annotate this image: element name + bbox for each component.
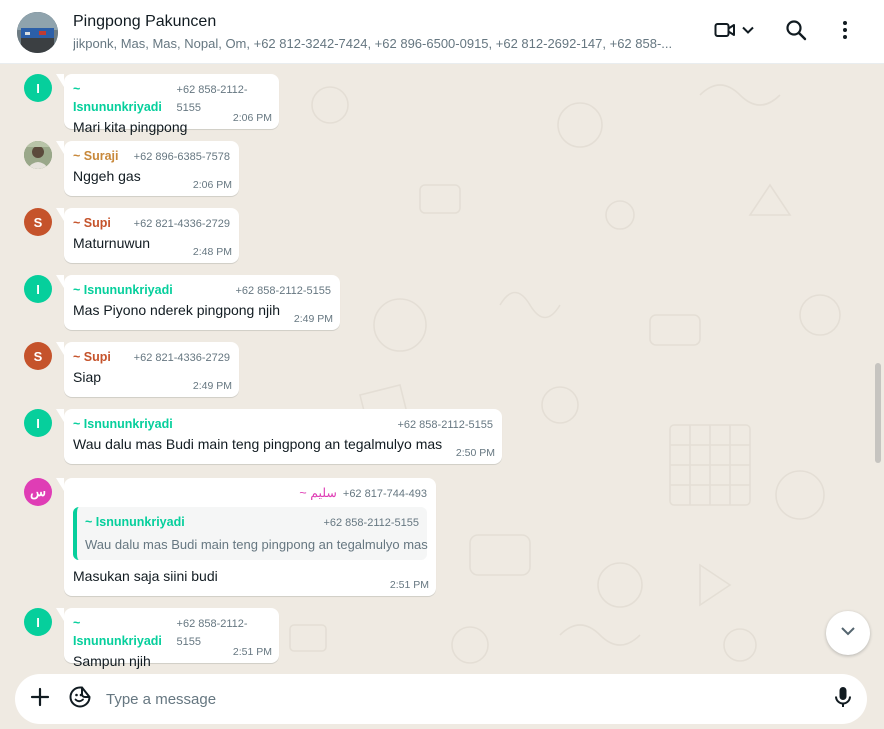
avatar-initial: S xyxy=(33,214,43,230)
more-vertical-icon xyxy=(842,20,848,45)
message-bubble[interactable]: ~ Isnununkriyadi +62 858-2112-5155 Mas Pi… xyxy=(56,275,340,330)
message-time: 2:50 PM xyxy=(455,447,495,459)
quoted-sender: ~ Isnununkriyadi xyxy=(85,515,185,529)
scrollbar[interactable] xyxy=(875,363,881,463)
avatar[interactable]: S xyxy=(24,208,52,236)
quoted-message[interactable]: ~ Isnununkriyadi +62 858-2112-5155 Wau da… xyxy=(73,507,428,560)
message-bubble[interactable]: ~ Isnununkriyadi +62 858-2112-5155 Wau da… xyxy=(56,409,502,464)
chevron-down-icon xyxy=(741,23,755,42)
avatar-initial: I xyxy=(36,281,40,297)
sender-phone: +62 858-2112-5155 xyxy=(397,419,493,431)
video-camera-icon xyxy=(713,18,737,47)
quoted-phone: +62 858-2112-5155 xyxy=(323,517,419,529)
sender-phone: +62 821-4336-2729 xyxy=(133,218,230,230)
avatar[interactable]: س xyxy=(24,478,52,506)
sender-name[interactable]: ~ Supi xyxy=(73,214,111,232)
search-icon xyxy=(785,19,807,46)
composer-bar xyxy=(0,669,884,729)
group-members: jikponk, Mas, Mas, Nopal, Om, +62 812-32… xyxy=(73,36,673,51)
message-list[interactable]: I ~ Isnununkriyadi +62 858-2112-5155 Mari… xyxy=(0,65,884,669)
menu-button[interactable] xyxy=(829,16,861,48)
avatar[interactable] xyxy=(24,141,52,169)
profile-photo xyxy=(24,141,52,169)
chevron-down-icon xyxy=(839,622,857,645)
message-time: 2:49 PM xyxy=(293,313,333,325)
composer xyxy=(15,674,867,724)
message-bubble[interactable]: ~ Isnununkriyadi +62 858-2112-5155 Sampun… xyxy=(56,608,279,669)
message-text: Wau dalu mas Budi main teng pingpong an … xyxy=(73,436,443,452)
avatar[interactable]: I xyxy=(24,74,52,102)
sender-name[interactable]: ~ Supi xyxy=(73,348,111,366)
sticker-icon xyxy=(68,685,92,714)
chat-header: Pingpong Pakuncen jikponk, Mas, Mas, Nop… xyxy=(0,0,884,64)
group-avatar[interactable] xyxy=(17,12,58,53)
sender-phone: +62 821-4336-2729 xyxy=(133,352,230,364)
voice-message-button[interactable] xyxy=(831,685,855,714)
message-bubble[interactable]: ~ Suraji +62 896-6385-7578 Nggeh gas 2:06… xyxy=(56,141,239,196)
message-time: 2:48 PM xyxy=(192,246,232,258)
avatar-initial: س xyxy=(30,484,46,499)
message-time: 2:06 PM xyxy=(192,179,232,191)
avatar-initial: I xyxy=(36,614,40,630)
sender-name[interactable]: ~ Isnununkriyadi xyxy=(73,80,171,116)
microphone-icon xyxy=(833,685,853,714)
sender-name[interactable]: ~ Isnununkriyadi xyxy=(73,281,173,299)
sender-name[interactable]: ~ Suraji xyxy=(73,147,119,165)
message-text: Masukan saja siini budi xyxy=(73,568,218,584)
avatar-initial: I xyxy=(36,80,40,96)
plus-icon xyxy=(30,687,50,712)
message-bubble[interactable]: ~ Isnununkriyadi +62 858-2112-5155 Mari k… xyxy=(56,74,279,135)
avatar[interactable]: I xyxy=(24,275,52,303)
message-time: 2:49 PM xyxy=(192,380,232,392)
avatar-initial: I xyxy=(36,415,40,431)
message-text: Mas Piyono nderek pingpong njih xyxy=(73,302,281,318)
scroll-to-bottom-button[interactable] xyxy=(826,611,870,655)
sender-name[interactable]: ~ سليم xyxy=(299,484,336,502)
avatar-initial: S xyxy=(33,348,43,364)
attach-button[interactable] xyxy=(28,687,52,711)
group-name: Pingpong Pakuncen xyxy=(73,13,217,30)
message-bubble[interactable]: ~ سليم +62 817-744-493 ~ Isnununkriyadi +… xyxy=(56,478,436,596)
video-call-button[interactable] xyxy=(710,16,758,48)
avatar[interactable]: S xyxy=(24,342,52,370)
sender-phone: +62 896-6385-7578 xyxy=(133,151,230,163)
sender-phone: +62 817-744-493 xyxy=(342,488,427,500)
search-button[interactable] xyxy=(780,16,812,48)
sticker-button[interactable] xyxy=(68,685,92,714)
message-time: 2:51 PM xyxy=(389,579,429,591)
avatar[interactable]: I xyxy=(24,409,52,437)
message-bubble[interactable]: ~ Supi +62 821-4336-2729 Siap 2:49 PM xyxy=(56,342,239,397)
avatar[interactable]: I xyxy=(24,608,52,636)
quoted-text: Wau dalu mas Budi main teng pingpong an … xyxy=(85,537,428,552)
message-bubble[interactable]: ~ Supi +62 821-4336-2729 Maturnuwun 2:48 … xyxy=(56,208,239,263)
message-time: 2:51 PM xyxy=(232,646,272,658)
sender-phone: +62 858-2112-5155 xyxy=(235,285,331,297)
chat-header-info[interactable]: Pingpong Pakuncen jikponk, Mas, Mas, Nop… xyxy=(73,12,683,53)
message-time: 2:06 PM xyxy=(232,112,272,124)
sender-name[interactable]: ~ Isnununkriyadi xyxy=(73,614,171,650)
message-input[interactable] xyxy=(106,687,806,711)
sender-name[interactable]: ~ Isnununkriyadi xyxy=(73,415,173,433)
